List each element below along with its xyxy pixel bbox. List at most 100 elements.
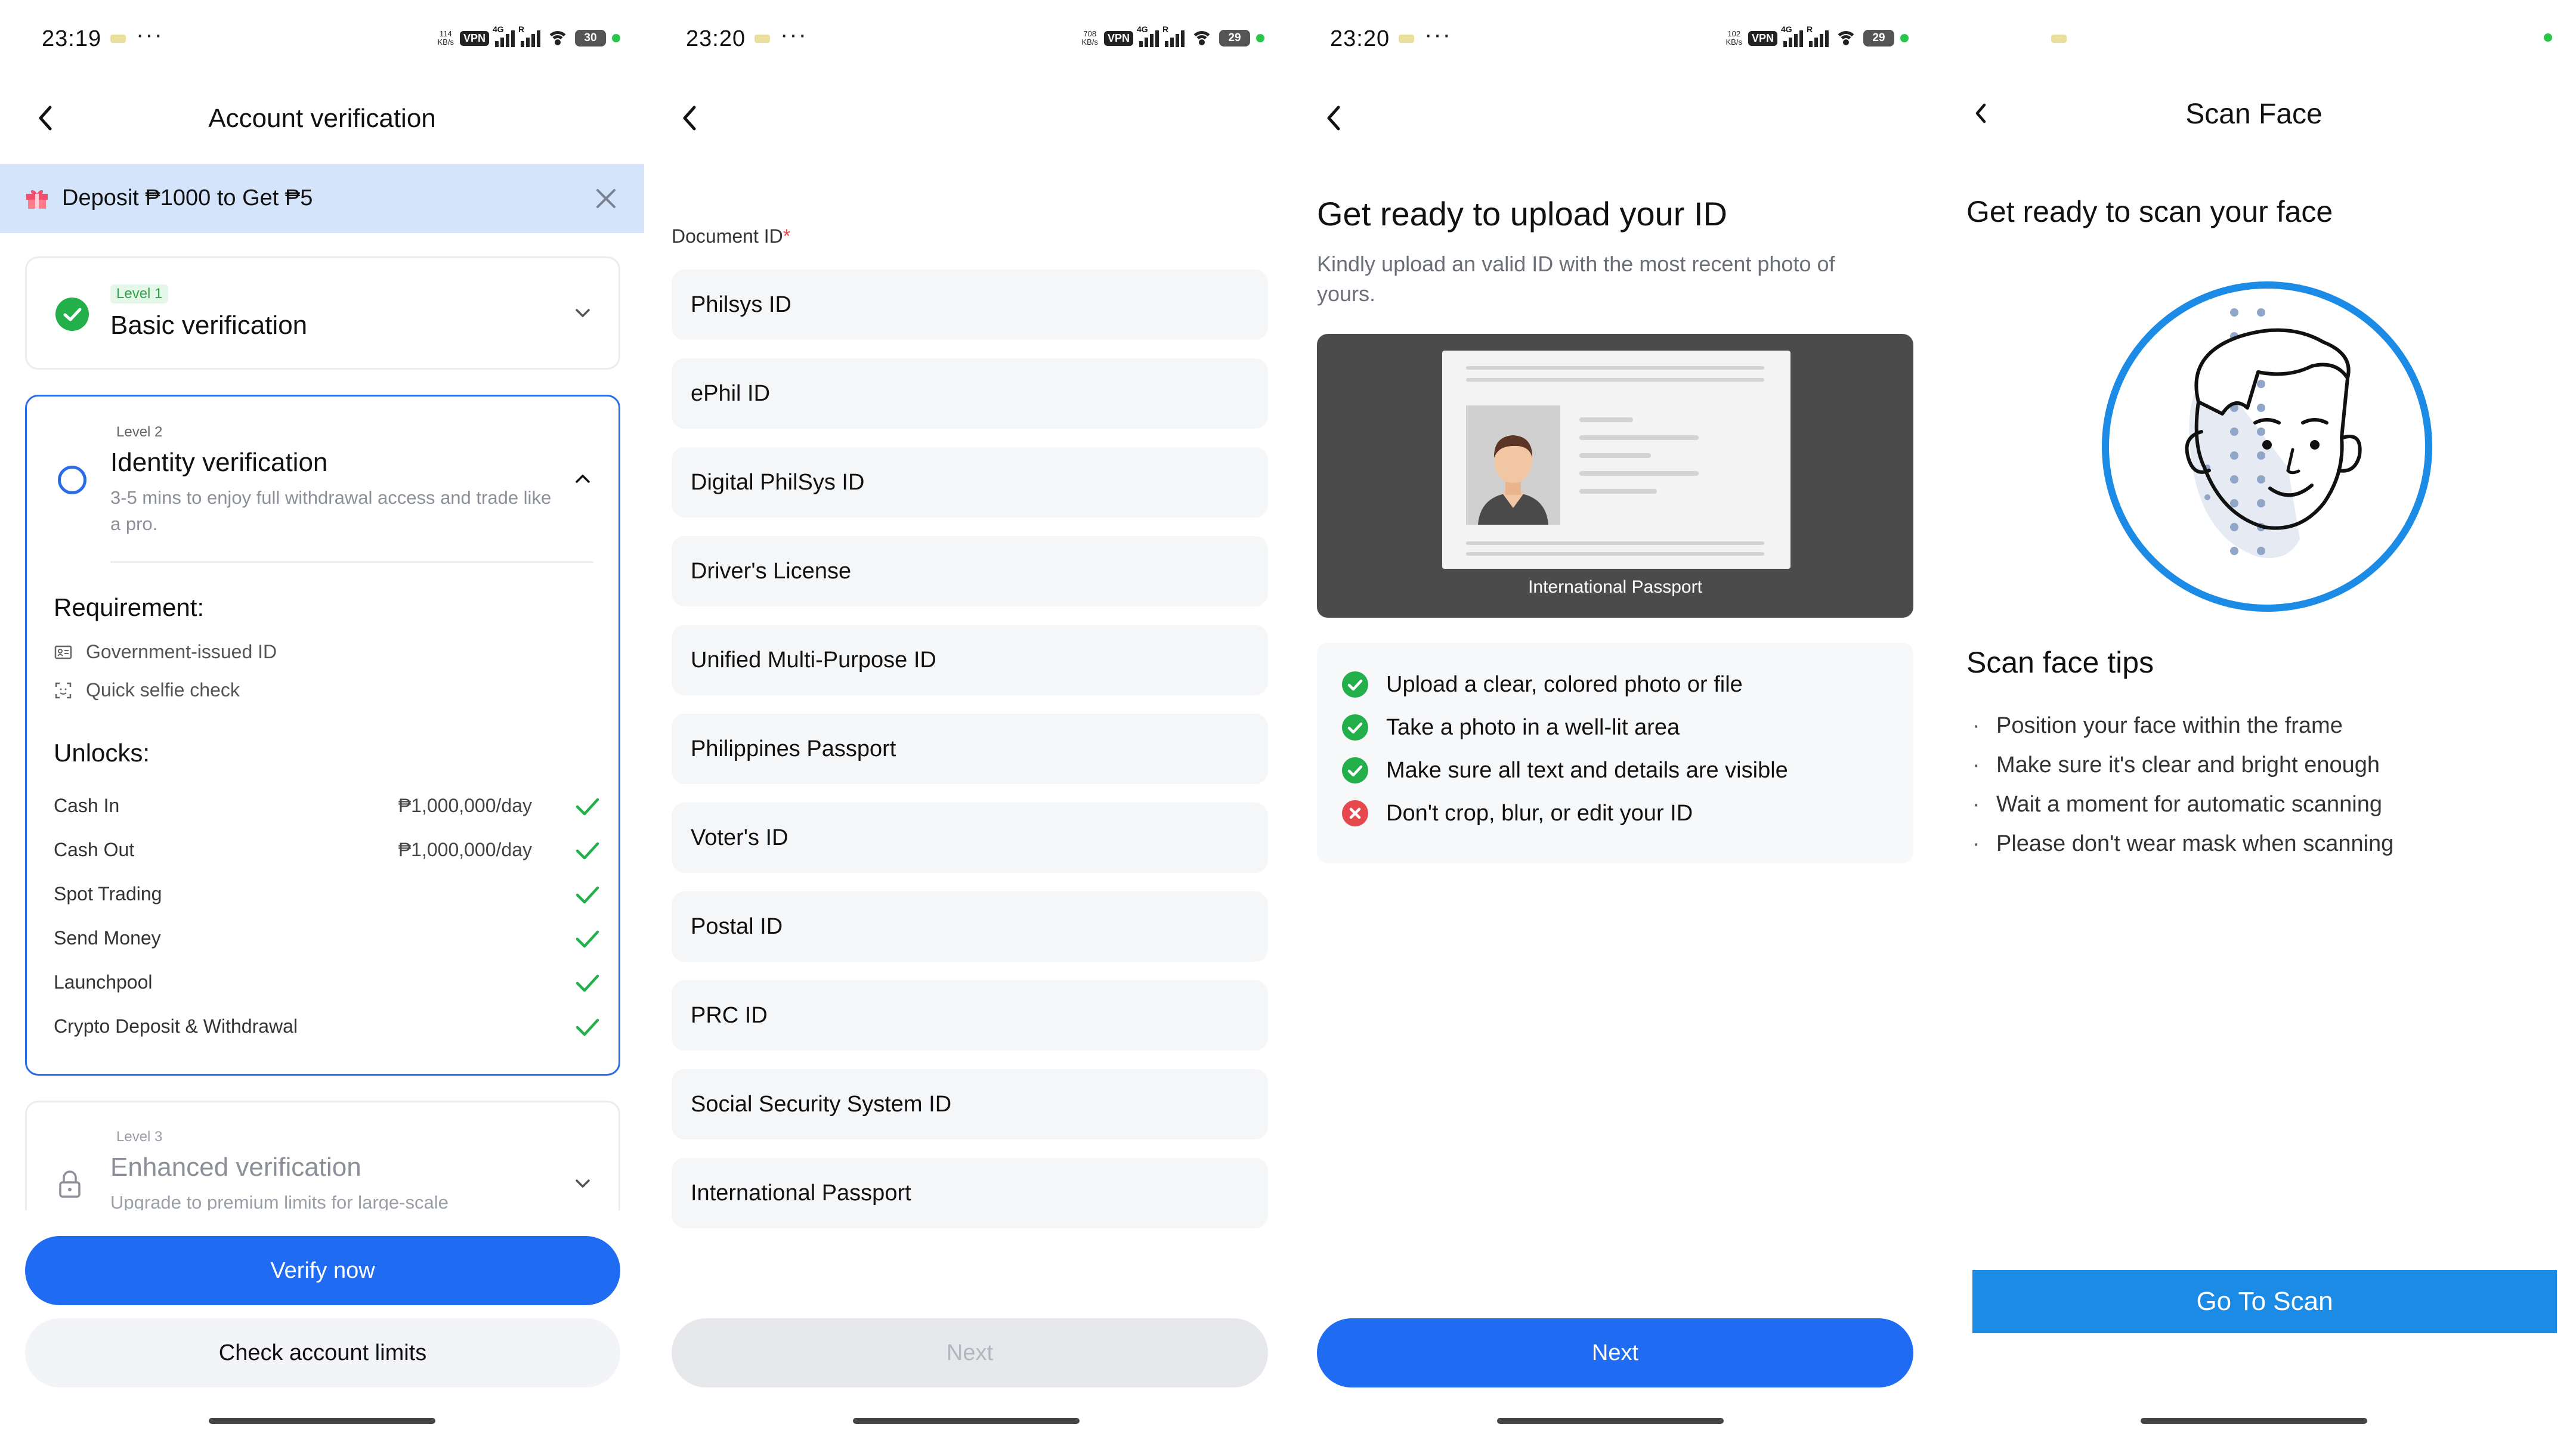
scan-tip-item: · Please don't wear mask when scanning: [1972, 831, 2394, 856]
id-card-icon: [54, 645, 72, 659]
network-speed: 114 KB/s: [437, 29, 454, 47]
chevron-left-icon: [683, 106, 696, 131]
scan-tip-item: · Position your face within the frame: [1972, 713, 2343, 738]
next-button[interactable]: Next: [1317, 1318, 1913, 1387]
tip-item: Don't crop, blur, or edit your ID: [1342, 800, 1693, 826]
document-option-umid[interactable]: Unified Multi-Purpose ID: [672, 625, 1268, 695]
wifi-icon: [1835, 30, 1857, 47]
scan-tip-item: · Wait a moment for automatic scanning: [1972, 792, 2382, 817]
chevron-left-icon: [1327, 106, 1340, 131]
check-circle-icon: [1342, 714, 1368, 741]
signal-4g-icon: 4G: [1781, 24, 1803, 47]
notification-icon: [2051, 35, 2067, 43]
scan-tip-item: · Make sure it's clear and bright enough: [1972, 752, 2380, 778]
next-button-disabled[interactable]: Next: [672, 1318, 1268, 1387]
status-bar: 23:20 ··· 708 KB/s VPN 4G R 29: [644, 0, 1288, 72]
upload-tips: Upload a clear, colored photo or file Ta…: [1317, 643, 1913, 863]
page-title: Scan Face: [2185, 98, 2323, 130]
scan-title: Get ready to scan your face: [1966, 195, 2333, 228]
notification-icon: [754, 35, 770, 43]
error-circle-icon: [1342, 800, 1368, 826]
more-notifications-icon: ···: [136, 21, 163, 48]
more-notifications-icon: ···: [1424, 21, 1452, 48]
document-option-philippines-passport[interactable]: Philippines Passport: [672, 714, 1268, 784]
wifi-icon: [1190, 30, 1213, 47]
checkmark-icon: [576, 886, 599, 904]
home-indicator: [853, 1418, 1080, 1424]
network-speed: 102 KB/s: [1725, 29, 1742, 47]
level1-chip: Level 1: [110, 284, 169, 303]
gift-icon: [26, 190, 48, 209]
tip-item: Take a photo in a well-lit area: [1342, 714, 1680, 741]
chevron-up-icon: [576, 475, 590, 483]
requirement-heading: Requirement:: [54, 593, 205, 621]
chevron-down-icon: [576, 1179, 590, 1188]
level2-subtitle: 3-5 mins to enjoy full withdrawal access…: [110, 487, 552, 534]
status-time: 23:20: [1330, 26, 1390, 51]
checkmark-icon: [576, 1018, 599, 1036]
status-bar: 23:19 ··· 114 KB/s VPN 4G R 30: [0, 0, 644, 72]
document-option-prc-id[interactable]: PRC ID: [672, 980, 1268, 1051]
document-option-international-passport[interactable]: International Passport: [672, 1158, 1268, 1228]
document-option-sss-id[interactable]: Social Security System ID: [672, 1069, 1268, 1139]
checkmark-icon: [576, 798, 599, 816]
document-id-label: Document ID*: [672, 225, 791, 247]
checkmark-icon: [576, 974, 599, 992]
verify-now-button[interactable]: Verify now: [25, 1236, 620, 1305]
checkmark-icon: [576, 930, 599, 948]
signal-4g-icon: 4G: [493, 24, 515, 47]
level3-chip: Level 3: [116, 1129, 163, 1145]
check-account-limits-button[interactable]: Check account limits: [25, 1318, 620, 1387]
signal-roaming-icon: R: [518, 24, 540, 47]
scan-face-screen: Scan Face Get ready to scan your face Sc…: [1932, 0, 2576, 1431]
passport-example: International Passport: [1317, 334, 1913, 618]
document-option-postal-id[interactable]: Postal ID: [672, 891, 1268, 962]
signal-4g-icon: 4G: [1137, 24, 1159, 47]
status-time: 23:19: [42, 26, 102, 51]
status-icons: 708 KB/s VPN 4G R 29: [1081, 24, 1264, 50]
check-circle-icon: [1342, 757, 1368, 783]
document-option-digital-philsys-id[interactable]: Digital PhilSys ID: [672, 447, 1268, 518]
privacy-indicator-dot: [612, 34, 620, 42]
wifi-icon: [546, 30, 569, 47]
home-indicator: [209, 1418, 435, 1424]
level1-card[interactable]: Level 1 Basic verification: [25, 256, 620, 370]
vpn-badge: VPN: [1748, 30, 1777, 46]
notification-icon: [1399, 35, 1414, 43]
tip-item: Make sure all text and details are visib…: [1342, 757, 1788, 783]
close-icon[interactable]: [590, 183, 621, 214]
unlocks-heading: Unlocks:: [54, 739, 150, 767]
battery-icon: 29: [1219, 30, 1250, 47]
document-option-ephil-id[interactable]: ePhil ID: [672, 358, 1268, 429]
passport-caption: International Passport: [1528, 577, 1702, 597]
document-option-philsys-id[interactable]: Philsys ID: [672, 270, 1268, 340]
document-option-voters-id[interactable]: Voter's ID: [672, 803, 1268, 873]
level2-title: Identity verification: [110, 448, 328, 477]
level3-title: Enhanced verification: [110, 1153, 361, 1182]
check-circle-icon: [55, 298, 89, 331]
promo-banner[interactable]: Deposit ₱1000 to Get ₱5: [0, 164, 644, 233]
home-indicator: [2141, 1418, 2367, 1424]
go-to-scan-button[interactable]: Go To Scan: [1972, 1270, 2557, 1333]
document-option-drivers-license[interactable]: Driver's License: [672, 536, 1268, 606]
face-scan-illustration: [2102, 281, 2432, 612]
level1-title: Basic verification: [110, 311, 308, 340]
level2-card[interactable]: Level 2 Identity verification 3-5 mins t…: [25, 395, 620, 1076]
upload-id-screen: 23:20 ··· 102 KB/s VPN 4G R 29 Get ready …: [1288, 0, 1932, 1431]
passport-illustration: [1442, 351, 1790, 569]
requirement-item: Quick selfie check: [54, 679, 240, 701]
unlock-row: Cash Out ₱1,000,000/day: [54, 833, 602, 869]
person-photo-icon: [1466, 405, 1560, 525]
privacy-indicator-dot: [2544, 33, 2552, 42]
network-speed: 708 KB/s: [1081, 29, 1098, 47]
radio-circle-icon: [58, 466, 86, 494]
tip-item: Upload a clear, colored photo or file: [1342, 671, 1743, 698]
checkmark-icon: [576, 842, 599, 860]
status-icons: 114 KB/s VPN 4G R 30: [437, 24, 620, 50]
home-indicator: [1497, 1418, 1724, 1424]
check-circle-icon: [1342, 671, 1368, 698]
privacy-indicator-dot: [1256, 34, 1264, 42]
face-scan-icon: [55, 682, 72, 698]
back-button[interactable]: [1317, 100, 1353, 136]
back-button[interactable]: [673, 100, 709, 136]
